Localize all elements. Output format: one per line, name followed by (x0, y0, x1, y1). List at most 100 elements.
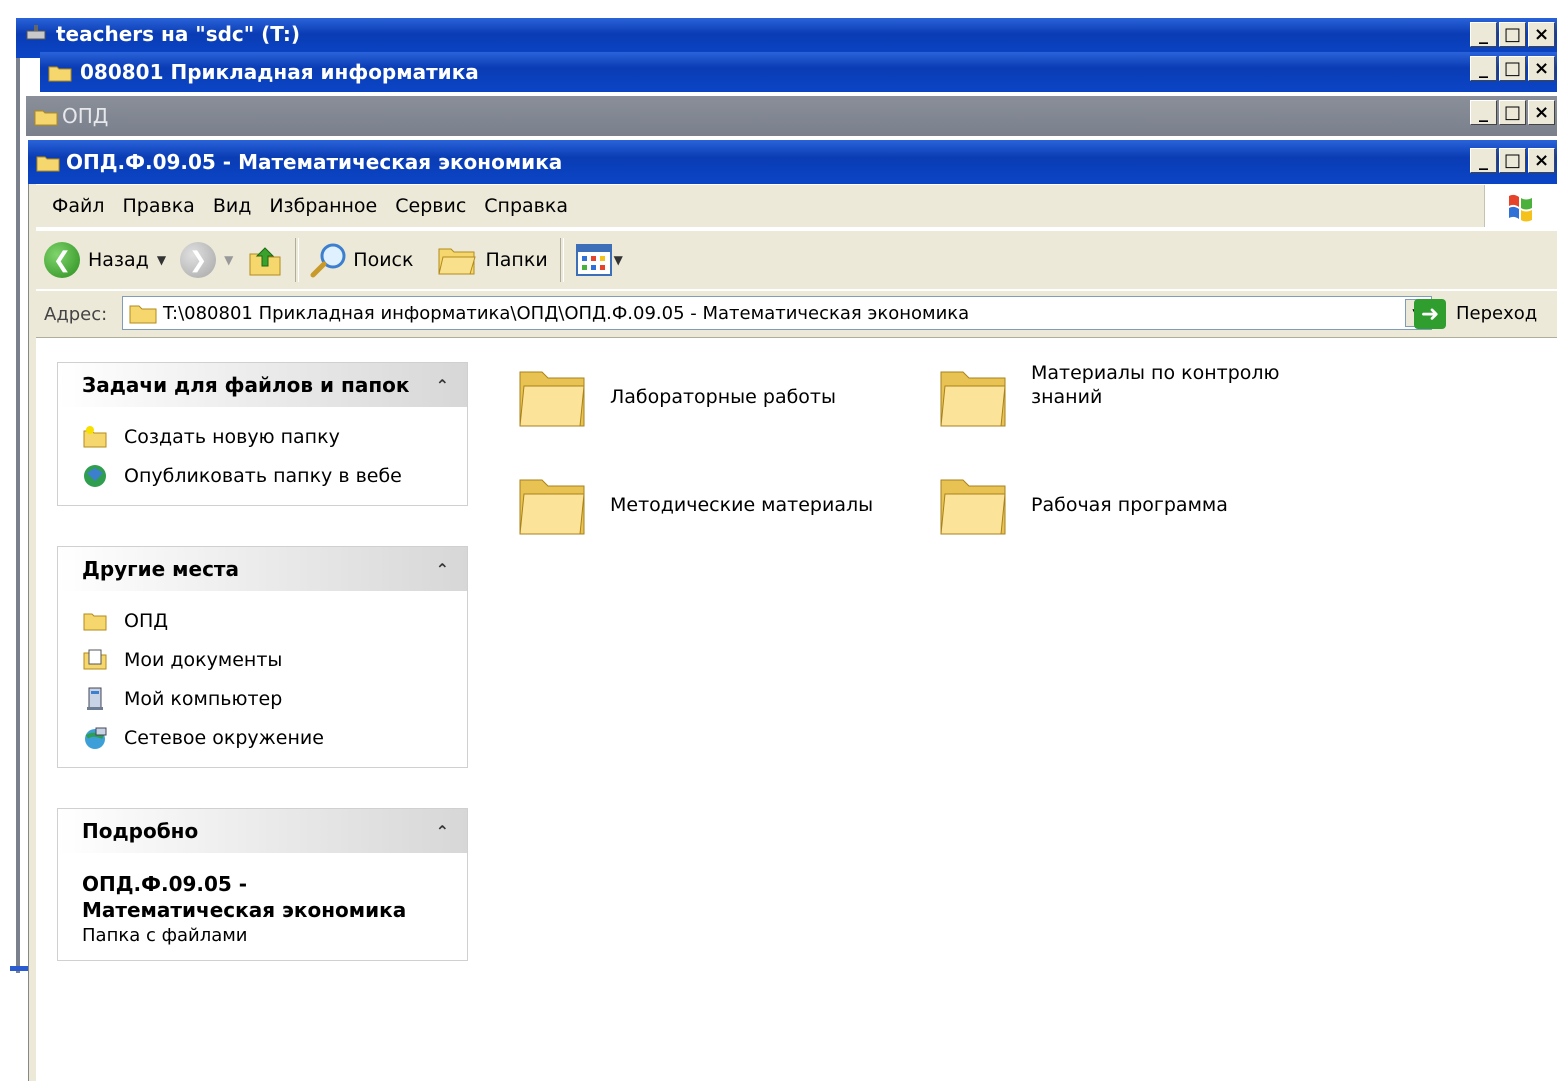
task-new-folder[interactable]: Создать новую папку (82, 417, 467, 456)
folder-icon (129, 305, 157, 324)
menu-favorites[interactable]: Избранное (269, 195, 377, 217)
close-button[interactable]: × (1528, 22, 1555, 47)
window-title: ОПД.Ф.09.05 - Математическая экономика (66, 150, 563, 174)
close-button[interactable]: × (1528, 100, 1555, 125)
toolbar-separator (295, 238, 300, 282)
panel-header[interactable]: Другие места ⌃ (58, 547, 467, 591)
folder-label: Рабочая программа (1031, 494, 1228, 516)
folder-icon (519, 371, 585, 427)
file-folder-tasks-panel: Задачи для файлов и папок ⌃ Создать нову… (57, 362, 468, 506)
toolbar: ❮ Назад ▼ ❯ ▼ Поиск Папки ▼ (36, 230, 1557, 289)
window-controls: _ □ × (1470, 56, 1555, 81)
address-label: Адрес: (44, 303, 108, 325)
address-input[interactable]: T:\080801 Прикладная информатика\ОПД\ОПД… (122, 296, 1432, 330)
collapse-icon[interactable]: ⌃ (436, 376, 449, 395)
window-math-economics-titlebar[interactable]: ОПД.Ф.09.05 - Математическая экономика _… (28, 140, 1557, 184)
search-button[interactable]: Поиск (309, 241, 413, 279)
place-label: Мой компьютер (124, 687, 283, 710)
chevron-down-icon[interactable]: ▼ (157, 253, 166, 267)
other-places-panel: Другие места ⌃ ОПД Мои документы Мой ком… (57, 546, 468, 768)
menu-tools[interactable]: Сервис (395, 195, 466, 217)
place-network[interactable]: Сетевое окружение (82, 718, 467, 757)
folder-icon (34, 107, 58, 126)
window-controls: _ □ × (1470, 100, 1555, 125)
folders-button[interactable]: Папки (437, 243, 548, 277)
menu-file[interactable]: Файл (52, 195, 105, 217)
folder-item[interactable]: Рабочая программа (939, 472, 1228, 538)
folder-item[interactable]: Методические материалы (518, 472, 873, 538)
window-border (28, 184, 36, 1081)
maximize-button[interactable]: □ (1499, 22, 1526, 47)
folder-label: Методические материалы (610, 494, 874, 516)
toolbar-separator (559, 238, 564, 282)
panel-title: Другие места (82, 557, 240, 581)
views-button[interactable]: ▼ (575, 244, 623, 276)
close-button[interactable]: × (1528, 148, 1555, 173)
place-my-documents[interactable]: Мои документы (82, 640, 467, 679)
panel-body: ОПД Мои документы Мой компьютер Сетевое … (58, 591, 467, 767)
details-panel: Подробно ⌃ ОПД.Ф.09.05 - Математическая … (57, 808, 468, 961)
panel-header[interactable]: Подробно ⌃ (58, 809, 467, 853)
maximize-button[interactable]: □ (1499, 56, 1526, 81)
folder-icon (36, 153, 60, 172)
address-path: T:\080801 Прикладная информатика\ОПД\ОПД… (163, 302, 970, 324)
publish-web-icon (84, 464, 106, 487)
forward-arrow-icon: ❯ (180, 242, 217, 278)
minimize-button[interactable]: _ (1470, 100, 1497, 125)
up-folder-button[interactable] (247, 242, 283, 278)
close-button[interactable]: × (1528, 56, 1555, 81)
forward-button[interactable]: ❯ ▼ (180, 242, 233, 278)
folder-label: Лабораторные работы (610, 386, 836, 408)
window-controls: _ □ × (1470, 148, 1555, 173)
minimize-button[interactable]: _ (1470, 148, 1497, 173)
window-title: 080801 Прикладная информатика (80, 60, 479, 84)
collapse-icon[interactable]: ⌃ (436, 560, 449, 579)
collapse-icon[interactable]: ⌃ (436, 822, 449, 841)
window-opd-titlebar[interactable]: ОПД _ □ × (26, 96, 1557, 136)
go-button[interactable]: Переход (1456, 303, 1537, 324)
search-icon (310, 243, 346, 278)
panel-title: Подробно (82, 819, 199, 843)
task-label: Создать новую папку (124, 425, 340, 448)
folder-icon (48, 63, 72, 82)
details-folder-name: ОПД.Ф.09.05 - Математическая экономика (82, 872, 407, 922)
window-border (10, 966, 28, 971)
content-area: Задачи для файлов и папок ⌃ Создать нову… (36, 338, 1557, 1081)
folders-icon (438, 248, 477, 275)
folder-icon (940, 371, 1006, 427)
place-opd[interactable]: ОПД (82, 601, 467, 640)
place-my-computer[interactable]: Мой компьютер (82, 679, 467, 718)
go-arrow-icon[interactable]: ➜ (1414, 299, 1446, 329)
chevron-down-icon[interactable]: ▼ (224, 253, 233, 267)
window-title: teachers на "sdc" (T:) (56, 22, 300, 46)
window-controls: _ □ × (1470, 22, 1555, 47)
panel-title: Задачи для файлов и папок (82, 373, 410, 397)
place-label: Сетевое окружение (124, 726, 324, 749)
minimize-button[interactable]: _ (1470, 22, 1497, 47)
menu-view[interactable]: Вид (213, 195, 252, 217)
windows-logo-icon (1484, 185, 1557, 227)
menu-bar: Файл Правка Вид Избранное Сервис Справка (36, 185, 1557, 227)
menu-edit[interactable]: Правка (123, 195, 195, 217)
folder-item[interactable]: Лабораторные работы (518, 364, 836, 430)
panel-body: Создать новую папку Опубликовать папку в… (58, 407, 467, 505)
minimize-button[interactable]: _ (1470, 56, 1497, 81)
views-icon (575, 244, 612, 276)
menu-help[interactable]: Справка (484, 195, 568, 217)
panel-header[interactable]: Задачи для файлов и папок ⌃ (58, 363, 467, 407)
back-button[interactable]: ❮ Назад ▼ (44, 242, 166, 278)
folder-icon (940, 479, 1006, 535)
folder-item[interactable]: Материалы по контролю знаний (939, 362, 1291, 430)
place-label: ОПД (124, 609, 169, 632)
up-folder-icon (249, 247, 281, 276)
folder-icon (519, 479, 585, 535)
window-border (16, 58, 20, 973)
back-arrow-icon: ❮ (44, 242, 80, 278)
search-label: Поиск (353, 249, 414, 271)
folder-icon (83, 613, 107, 630)
maximize-button[interactable]: □ (1499, 100, 1526, 125)
window-applied-informatics-titlebar[interactable]: 080801 Прикладная информатика _ □ × (40, 52, 1557, 92)
task-publish-web[interactable]: Опубликовать папку в вебе (82, 456, 467, 495)
chevron-down-icon[interactable]: ▼ (614, 253, 623, 267)
maximize-button[interactable]: □ (1499, 148, 1526, 173)
